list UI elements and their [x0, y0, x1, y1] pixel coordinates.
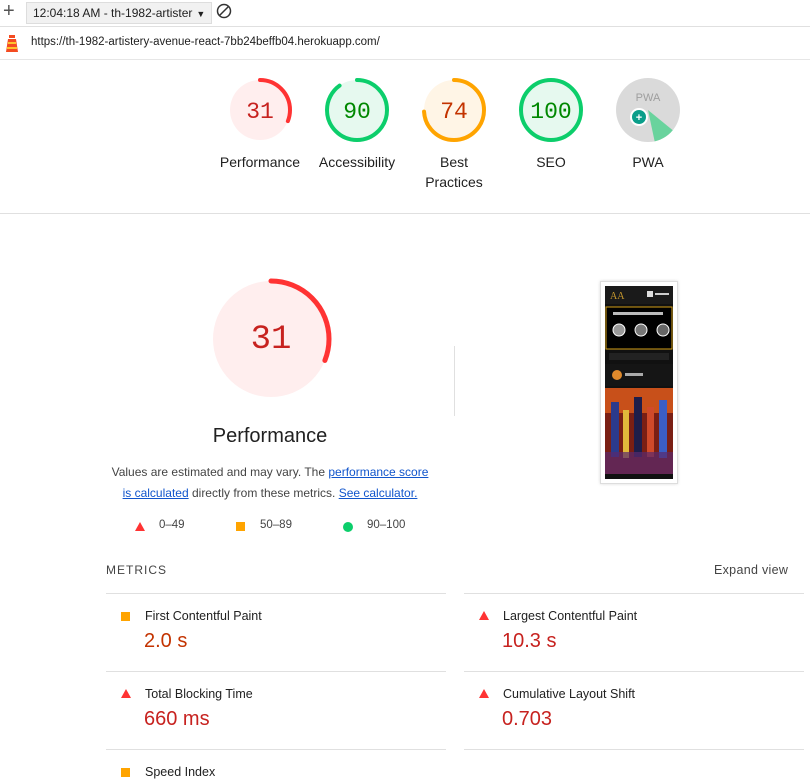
- metric-value: 2.0 s: [144, 630, 188, 652]
- svg-text:+: +: [636, 112, 642, 124]
- gauge-seo[interactable]: 100 SEO: [501, 77, 601, 172]
- caret-down-icon: ▼: [196, 9, 206, 19]
- gauge-seo-ring: 100: [519, 78, 583, 142]
- section-divider: [0, 213, 810, 214]
- pass-circle-icon: [343, 522, 353, 532]
- metric-name: Total Blocking Time: [145, 687, 253, 701]
- url-bar: https://th-1982-artistery-avenue-react-7…: [0, 27, 810, 60]
- svg-text:AA: AA: [610, 291, 625, 302]
- vertical-separator: [454, 346, 455, 416]
- gauge-accessibility[interactable]: 90 Accessibility: [307, 77, 407, 172]
- report-selector-label: 12:04:18 AM - th-1982-artister: [33, 6, 193, 20]
- is-calculated-link[interactable]: is calculated: [123, 486, 189, 500]
- metric-name: First Contentful Paint: [145, 609, 262, 623]
- performance-description: Values are estimated and may vary. The p…: [105, 462, 435, 504]
- gauge-seo-label: SEO: [536, 154, 566, 170]
- gauge-pwa-label: PWA: [632, 154, 664, 170]
- performance-score-link[interactable]: performance score: [328, 465, 428, 479]
- metric-total-blocking-time: Total Blocking Time 660 ms: [106, 672, 446, 749]
- legend-average-label: 50–89: [260, 519, 292, 531]
- metric-value: 0.703: [502, 708, 553, 730]
- gauge-performance-label: Performance: [219, 154, 301, 170]
- gauge-best-practices[interactable]: 74 Best Practices: [404, 77, 504, 192]
- gauge-seo-score: 100: [530, 99, 571, 125]
- score-legend: 0–49 50–89 90–100: [130, 519, 430, 535]
- expand-view-toggle[interactable]: Expand view: [714, 563, 788, 577]
- performance-title: Performance: [212, 425, 328, 447]
- gauge-best-practices-ring: 74: [422, 78, 486, 142]
- desc-text-1: Values are estimated and may vary. The: [111, 465, 329, 479]
- performance-big-score: 31: [251, 321, 292, 359]
- lighthouse-logo-icon: [6, 35, 18, 52]
- screenshot-preview-image: AA: [605, 286, 673, 479]
- gauge-best-practices-label: Best Practices: [404, 152, 504, 192]
- see-calculator-link[interactable]: See calculator.: [339, 486, 418, 500]
- metric-name: Cumulative Layout Shift: [503, 687, 636, 701]
- page-url[interactable]: https://th-1982-artistery-avenue-react-7…: [31, 36, 380, 48]
- final-screenshot-thumbnail[interactable]: AA: [600, 281, 678, 484]
- gauge-performance-ring: 31: [228, 78, 292, 142]
- gauge-accessibility-label: Accessibility: [318, 154, 396, 170]
- metric-cumulative-layout-shift: Cumulative Layout Shift 0.703: [464, 672, 804, 749]
- legend-pass-label: 90–100: [367, 519, 406, 531]
- gauge-pwa[interactable]: PWA + PWA: [598, 77, 698, 172]
- gauge-performance-score: 31: [246, 99, 274, 125]
- average-square-icon: [121, 612, 130, 621]
- block-icon[interactable]: [216, 3, 232, 19]
- desc-text-2: directly from these metrics.: [188, 486, 339, 500]
- metrics-divider: [464, 749, 804, 750]
- average-square-icon: [121, 768, 130, 777]
- plus-icon[interactable]: +: [3, 0, 15, 23]
- fail-triangle-icon: [121, 689, 131, 698]
- gauge-best-practices-score: 74: [440, 99, 468, 125]
- gauge-best-practices-label-line2: Practices: [425, 174, 483, 190]
- pwa-badge-text: PWA: [636, 92, 661, 104]
- metrics-header: METRICS: [106, 563, 167, 577]
- pwa-badge-icon: PWA +: [616, 78, 680, 142]
- metric-speed-index: Speed Index: [106, 750, 446, 779]
- gauge-accessibility-ring: 90: [325, 78, 389, 142]
- metric-value: 10.3 s: [502, 630, 557, 652]
- gauge-accessibility-score: 90: [343, 99, 371, 125]
- gauge-performance[interactable]: 31 Performance: [210, 77, 310, 172]
- metric-name: Largest Contentful Paint: [503, 609, 638, 623]
- metric-largest-contentful-paint: Largest Contentful Paint 10.3 s: [464, 594, 804, 671]
- metric-value: 660 ms: [144, 708, 210, 730]
- fail-triangle-icon: [479, 689, 489, 698]
- metric-first-contentful-paint: First Contentful Paint 2.0 s: [106, 594, 446, 671]
- legend-fail-label: 0–49: [159, 519, 185, 531]
- report-selector[interactable]: 12:04:18 AM - th-1982-artister ▼: [26, 2, 213, 24]
- fail-triangle-icon: [135, 522, 145, 531]
- top-toolbar: + 12:04:18 AM - th-1982-artister ▼: [0, 0, 810, 27]
- gauge-best-practices-label-line1: Best: [439, 154, 468, 170]
- fail-triangle-icon: [479, 611, 489, 620]
- performance-big-gauge: 31: [210, 278, 332, 400]
- average-square-icon: [236, 522, 245, 531]
